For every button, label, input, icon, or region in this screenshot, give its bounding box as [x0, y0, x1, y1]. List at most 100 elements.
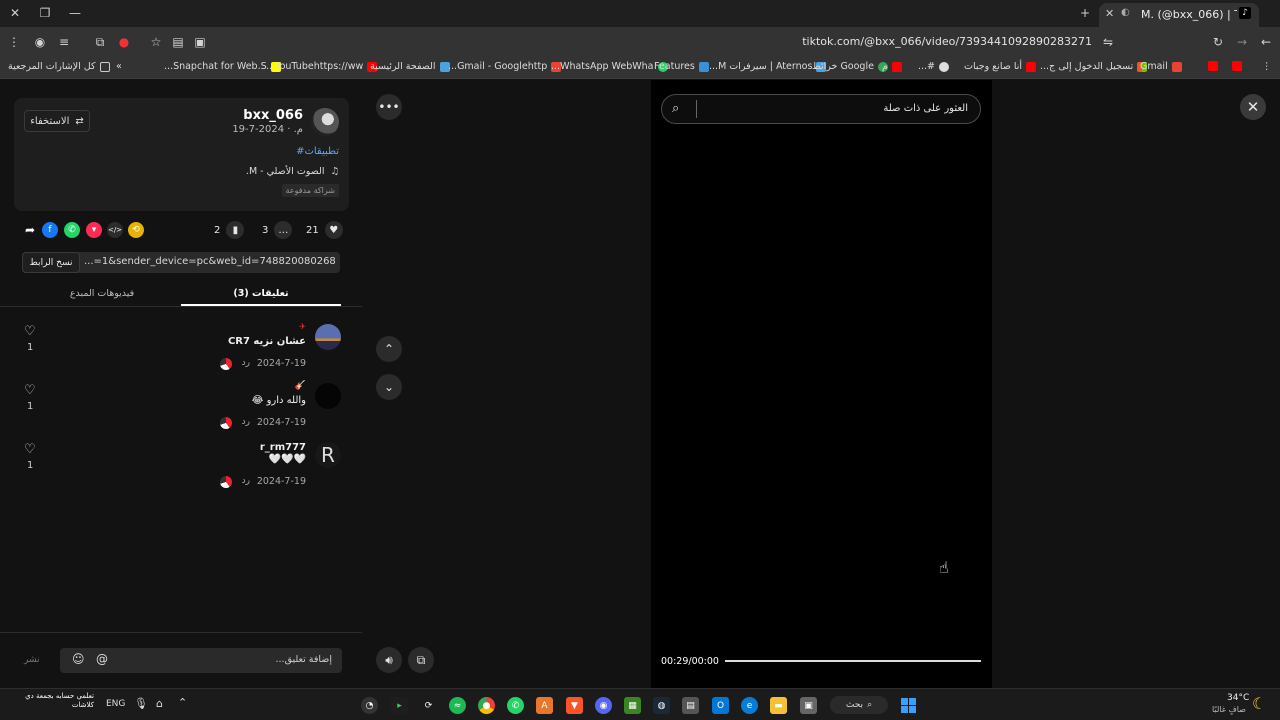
tab-comments[interactable]: تعليقات (3): [181, 282, 341, 306]
comment-like-icon[interactable]: ♡: [24, 383, 36, 398]
bookmark-features[interactable]: Features: [654, 61, 709, 72]
hashtag-link[interactable]: #تطبيقات: [296, 146, 339, 157]
bookmark-youtube[interactable]: YouTubehttps://ww...: [266, 61, 378, 72]
forward-icon[interactable]: →: [1234, 34, 1250, 50]
terminal-icon[interactable]: ▸: [391, 697, 408, 714]
author-username[interactable]: bxx_066: [243, 108, 303, 123]
commenter-avatar[interactable]: R: [315, 442, 341, 468]
send-icon[interactable]: ▾: [86, 222, 102, 238]
search-icon[interactable]: ⌕: [672, 101, 679, 116]
comments-stat[interactable]: 3 …: [262, 221, 293, 239]
more-options-icon[interactable]: •••: [376, 94, 402, 120]
extensions-icon[interactable]: ⧉: [92, 34, 108, 50]
bookmark-gmail[interactable]: Gmail - Googlehttp...: [448, 61, 562, 72]
bookmark-whatsapp[interactable]: WhatsApp WebWha...: [551, 61, 668, 72]
close-video-icon[interactable]: ✕: [1240, 94, 1266, 120]
bookmark-chef[interactable]: أنا صانع وجبات: [964, 61, 1037, 72]
comment-like-icon[interactable]: ♡: [24, 442, 36, 457]
mic-icon[interactable]: 🎙︎: [134, 697, 148, 710]
all-bookmarks[interactable]: كل الإشارات المرجعية: [8, 61, 110, 72]
reload-icon[interactable]: ↻: [1210, 34, 1226, 50]
copy-link-button[interactable]: نسخ الرابط: [22, 252, 80, 273]
saves-stat[interactable]: 2 ▮: [214, 221, 245, 239]
edge-icon[interactable]: e: [741, 697, 758, 714]
commenter-avatar[interactable]: [315, 383, 341, 409]
maximize-icon[interactable]: ❐: [34, 4, 56, 22]
emoji-icon[interactable]: ☺: [72, 652, 85, 666]
active-tab[interactable]: ✕ ◐ M. (@bxx_066) | TikTok ♪: [1099, 3, 1259, 27]
bookmark-gmail-2[interactable]: Gmail: [1140, 61, 1182, 72]
bookmark-login[interactable]: تسجيل الدخول إلى ج...: [1040, 61, 1148, 72]
author-avatar[interactable]: [311, 108, 339, 136]
app-a-icon[interactable]: A: [536, 697, 553, 714]
bookmark-more-icon[interactable]: ⋮: [1262, 61, 1272, 72]
follow-button[interactable]: الاستخفاء ⇄: [24, 110, 90, 132]
bookmark-hash[interactable]: #...: [918, 61, 950, 72]
repost-icon[interactable]: ⟲: [128, 222, 144, 238]
bookmark-aternos[interactable]: Aternos | سيرفرات M...: [709, 61, 827, 72]
outlook-icon[interactable]: O: [712, 697, 729, 714]
whatsapp-app-icon[interactable]: ✆: [507, 697, 524, 714]
taskbar-app-icon[interactable]: ◔: [361, 697, 378, 714]
bookmark-snapchat[interactable]: Snapchat for Web.S...: [164, 61, 281, 72]
tab-creator-videos[interactable]: فيديوهات المبدع: [22, 282, 182, 306]
related-search-input[interactable]: ⌕ العثور على ذات صلة: [661, 94, 981, 124]
taskbar-search[interactable]: ⌕ بحث: [830, 696, 888, 714]
audio-icon[interactable]: ◐: [1121, 7, 1130, 18]
record-icon[interactable]: ●: [116, 34, 132, 50]
video-progress-bar[interactable]: [725, 660, 981, 662]
facebook-icon[interactable]: f: [42, 222, 58, 238]
back-icon[interactable]: ←: [1258, 34, 1274, 50]
profile-icon[interactable]: ◉: [32, 34, 48, 50]
comment-username[interactable]: r_rm777: [260, 442, 306, 453]
site-settings-icon[interactable]: ⇋: [1100, 34, 1116, 50]
task-view-icon[interactable]: ▣: [800, 697, 817, 714]
commenter-avatar[interactable]: [315, 324, 341, 350]
url-text[interactable]: tiktok.com/@bxx_066/video/73934410928902…: [802, 35, 1092, 48]
video-player[interactable]: ⌕ العثور على ذات صلة ☝ 00:29/00:00: [651, 80, 992, 688]
bookmark-yt-3[interactable]: [1232, 61, 1242, 71]
omnibox[interactable]: tiktok.com/@bxx_066/video/73934410928902…: [140, 30, 1200, 54]
bookmark-home[interactable]: الصفحة الرئيسية: [370, 61, 450, 72]
likes-stat[interactable]: 21 ♥: [306, 221, 343, 239]
post-comment-button[interactable]: نشر: [24, 655, 40, 665]
reply-button[interactable]: رد: [242, 358, 250, 368]
steam-icon[interactable]: ◍: [653, 697, 670, 714]
store-icon[interactable]: ▤: [682, 697, 699, 714]
bookmarks-overflow-icon[interactable]: »: [116, 61, 122, 72]
downloads-icon[interactable]: ≡: [56, 34, 72, 50]
spotify-icon[interactable]: ≈: [449, 697, 466, 714]
comment-input[interactable]: إضافة تعليق...: [276, 654, 332, 665]
minimize-icon[interactable]: —: [64, 4, 86, 22]
file-explorer-icon[interactable]: ▬: [770, 697, 787, 714]
weather-temp[interactable]: 34°C: [1227, 693, 1249, 703]
comment-like-icon[interactable]: ♡: [24, 324, 36, 339]
volume-icon[interactable]: 🔊︎: [376, 647, 402, 673]
bookmark-maps[interactable]: Google خرائط: [812, 61, 888, 72]
share-arrow-icon[interactable]: ➦: [22, 222, 38, 238]
reply-button[interactable]: رد: [242, 417, 250, 427]
news-widget[interactable]: تعلمي حسابه بجمعة دي كلاشات: [4, 692, 94, 718]
new-tab-icon[interactable]: +: [1074, 4, 1096, 22]
sync-icon[interactable]: ⟳: [420, 697, 437, 714]
comment-composer[interactable]: ☺ @ إضافة تعليق...: [60, 648, 342, 673]
share-link-text[interactable]: ...=1&sender_device=pc&web_id=7488200802…: [84, 256, 336, 267]
tab-close-icon[interactable]: ✕: [1105, 7, 1114, 20]
network-icon[interactable]: ⌂: [156, 697, 163, 710]
embed-icon[interactable]: </>: [107, 222, 123, 238]
chrome-icon[interactable]: ●: [478, 697, 495, 714]
minecraft-icon[interactable]: ▦: [624, 697, 641, 714]
discord-icon[interactable]: ◉: [595, 697, 612, 714]
picture-in-picture-icon[interactable]: ⧉: [408, 647, 434, 673]
menu-icon[interactable]: ⋮: [6, 34, 22, 50]
bookmark-yt-2[interactable]: [1208, 61, 1218, 71]
next-video-icon[interactable]: ⌄: [376, 374, 402, 400]
brave-icon[interactable]: ▼: [566, 697, 583, 714]
mention-icon[interactable]: @: [96, 652, 108, 666]
reply-button[interactable]: رد: [242, 476, 250, 486]
bookmark-m[interactable]: م: [882, 61, 902, 72]
sound-link[interactable]: ♫ الصوت الأصلي - M.: [246, 166, 339, 177]
previous-video-icon[interactable]: ⌃: [376, 336, 402, 362]
close-window-icon[interactable]: ✕: [4, 4, 26, 22]
tray-overflow-icon[interactable]: ⌃: [178, 696, 187, 709]
